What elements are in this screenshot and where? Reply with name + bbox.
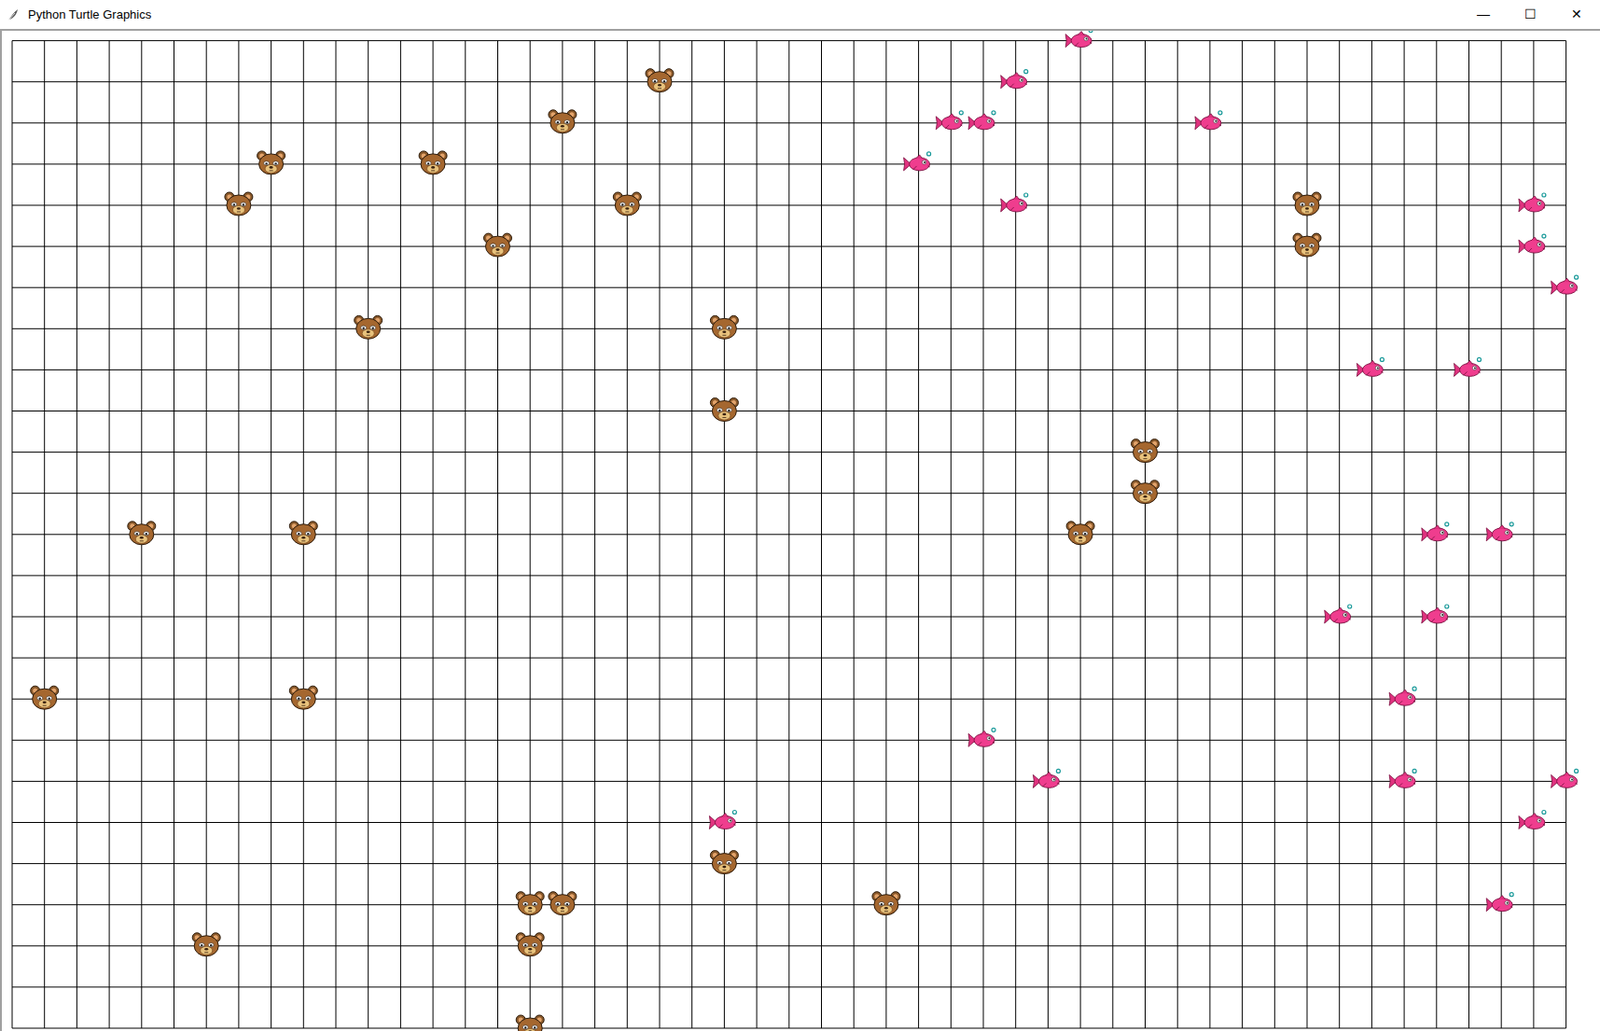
window-control-button[interactable]: ☐ [1506, 0, 1554, 29]
fish [1001, 193, 1029, 212]
bear [548, 891, 577, 916]
grid-line [12, 410, 1567, 412]
bear [548, 110, 577, 134]
grid-line [12, 1028, 1567, 1030]
bear [709, 398, 738, 422]
grid-line [12, 369, 1567, 371]
bear [30, 685, 59, 710]
bear [354, 315, 383, 339]
fish [1001, 69, 1029, 89]
grid-line [12, 574, 1567, 576]
window-title: Python Turtle Graphics [27, 5, 152, 25]
fish [1551, 275, 1579, 294]
bear [257, 151, 286, 175]
window-control-button[interactable]: ✕ [1553, 0, 1600, 29]
fish [1032, 768, 1060, 788]
bear [192, 932, 221, 957]
fish [1518, 193, 1546, 212]
fish [1195, 111, 1223, 130]
bear [484, 233, 513, 257]
grid-line [12, 533, 1567, 535]
fish [1389, 768, 1417, 788]
fish [1065, 30, 1093, 48]
bear [289, 521, 318, 545]
bear [515, 891, 544, 916]
grid-line [12, 986, 1567, 988]
grid-line [12, 246, 1567, 248]
fish [968, 111, 996, 130]
grid-line [12, 862, 1567, 864]
title-bar: Python Turtle Graphics —☐✕ [0, 0, 1600, 29]
fish [1518, 234, 1546, 253]
window-controls: —☐✕ [1460, 0, 1600, 29]
bear [224, 192, 253, 216]
bear [709, 315, 738, 339]
fish [1324, 604, 1352, 624]
grid-line [12, 821, 1567, 823]
grid-line [12, 698, 1567, 700]
bear [1066, 521, 1095, 545]
bear [709, 850, 738, 875]
bear [127, 521, 156, 545]
bear [645, 69, 674, 93]
grid-line [12, 163, 1567, 165]
turtle-window: Python Turtle Graphics —☐✕ [0, 0, 1600, 1031]
fish [1486, 522, 1514, 542]
grid-line [12, 81, 1567, 83]
bear [872, 891, 901, 916]
grid-line [12, 40, 1567, 42]
fish [1454, 357, 1482, 376]
bear [418, 151, 447, 175]
grid-line [12, 780, 1567, 782]
fish [1421, 522, 1449, 542]
grid-line [12, 945, 1567, 947]
fish [968, 727, 996, 747]
fish [904, 152, 932, 171]
turtle-canvas[interactable] [0, 28, 1600, 1031]
window-control-button[interactable]: — [1460, 0, 1507, 29]
bear [515, 1015, 544, 1031]
grid-line [12, 287, 1567, 289]
fish [1518, 810, 1546, 830]
grid-line [12, 739, 1567, 741]
bear [612, 192, 641, 216]
bear [515, 932, 544, 957]
fish [1389, 686, 1417, 706]
fish [1421, 604, 1449, 624]
grid-line [12, 122, 1567, 124]
bear [1293, 192, 1322, 216]
bear [1131, 439, 1160, 463]
fish [1551, 768, 1579, 788]
fish [1486, 892, 1514, 912]
fish [935, 111, 963, 130]
grid-line [12, 492, 1567, 494]
grid-line [12, 328, 1567, 330]
bear [1131, 480, 1160, 504]
grid-line [12, 904, 1567, 905]
fish [709, 810, 737, 830]
grid-line [12, 451, 1567, 453]
bear [1293, 233, 1322, 257]
fish [1356, 357, 1384, 376]
grid-line [12, 657, 1567, 659]
grid-board [1, 30, 1600, 1031]
bear [289, 685, 318, 710]
feather-icon [5, 7, 21, 23]
